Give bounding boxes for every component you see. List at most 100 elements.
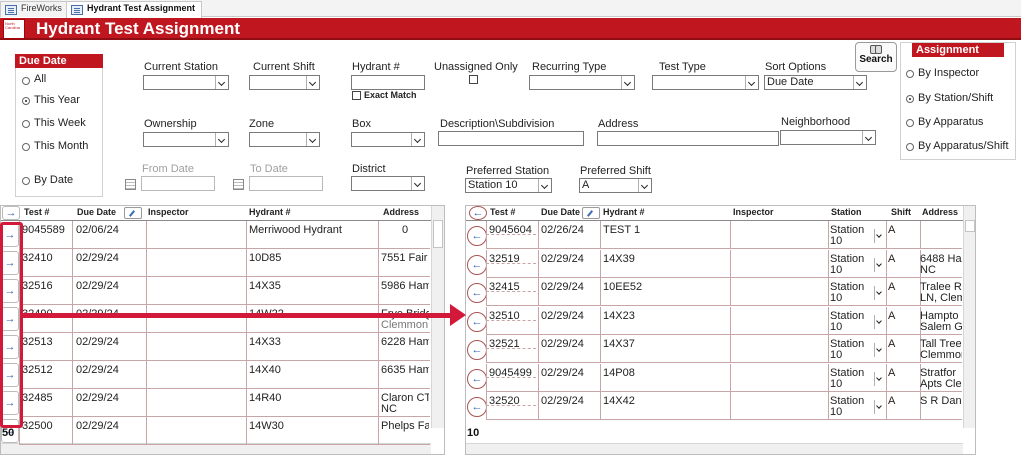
move-left-button[interactable]: ← bbox=[467, 283, 487, 303]
current-shift-combo[interactable] bbox=[249, 75, 320, 90]
hydrant-number-cell[interactable]: 14P08 bbox=[603, 367, 728, 379]
radio-by-date[interactable] bbox=[22, 177, 30, 185]
due-date-cell[interactable]: 02/29/24 bbox=[541, 253, 599, 265]
table-row[interactable]: ← 9045499 02/29/24 14P08 Station A Stratfor 10 A… bbox=[466, 364, 962, 392]
due-date-cell[interactable]: 02/29/24 bbox=[76, 336, 146, 348]
hydrant-number-cell[interactable]: 14X23 bbox=[603, 310, 728, 322]
hydrant-number-cell[interactable]: 14X40 bbox=[249, 364, 377, 376]
dropdown-arrow-icon[interactable] bbox=[411, 133, 424, 146]
table-row[interactable]: → 32485 02/29/24 14R40 Claron CT NC bbox=[0, 389, 430, 417]
address-cell[interactable]: 6635 Ham bbox=[381, 364, 429, 376]
address-cell[interactable]: 5986 Ham bbox=[381, 280, 429, 292]
dropdown-arrow-icon[interactable] bbox=[862, 131, 875, 144]
district-combo[interactable] bbox=[351, 176, 425, 191]
exact-match-checkbox[interactable] bbox=[352, 91, 361, 100]
dropdown-arrow-icon[interactable] bbox=[853, 76, 866, 89]
due-date-cell[interactable]: 02/29/24 bbox=[76, 280, 146, 292]
shift-cell[interactable]: A bbox=[888, 367, 918, 379]
table-row[interactable]: ← 32510 02/29/24 14X23 Station A Hampto 10 Salem… bbox=[466, 307, 962, 335]
table-row[interactable]: → 32513 02/29/24 14X33 6228 Ham bbox=[0, 333, 430, 361]
due-date-cell[interactable]: 02/29/24 bbox=[541, 281, 599, 293]
shift-cell[interactable]: A bbox=[888, 281, 918, 293]
calendar-icon[interactable] bbox=[125, 179, 136, 190]
station-dropdown-icon[interactable] bbox=[874, 372, 884, 386]
dropdown-arrow-icon[interactable] bbox=[745, 76, 758, 89]
move-left-button[interactable]: ← bbox=[467, 369, 487, 389]
station-dropdown-icon[interactable] bbox=[874, 400, 884, 414]
dropdown-arrow-icon[interactable] bbox=[638, 179, 651, 192]
hydrant-number-cell[interactable]: Merriwood Hydrant bbox=[249, 224, 377, 236]
vertical-scrollbar[interactable] bbox=[963, 206, 975, 428]
sort-options-combo[interactable]: Due Date bbox=[764, 75, 867, 90]
due-date-cell[interactable]: 02/29/24 bbox=[76, 420, 146, 432]
dropdown-arrow-icon[interactable] bbox=[215, 76, 228, 89]
recurring-type-combo[interactable] bbox=[529, 75, 635, 90]
radio-by-apparatus-shift[interactable] bbox=[906, 143, 914, 151]
calendar-icon[interactable] bbox=[233, 179, 244, 190]
tab-fireworks[interactable]: FireWorks bbox=[0, 1, 69, 17]
move-left-button[interactable]: ← bbox=[467, 312, 487, 332]
due-date-cell[interactable]: 02/29/24 bbox=[76, 392, 146, 404]
table-row[interactable]: → 9045589 02/06/24 Merriwood Hydrant 0 bbox=[0, 221, 430, 249]
due-date-cell[interactable]: 02/29/24 bbox=[541, 395, 599, 407]
preferred-station-combo[interactable]: Station 10 bbox=[465, 178, 552, 193]
shift-cell[interactable]: A bbox=[888, 310, 918, 322]
shift-cell[interactable]: A bbox=[888, 253, 918, 265]
due-date-cell[interactable]: 02/29/24 bbox=[76, 252, 146, 264]
dropdown-arrow-icon[interactable] bbox=[621, 76, 634, 89]
zone-combo[interactable] bbox=[249, 132, 320, 147]
due-date-cell[interactable]: 02/26/24 bbox=[541, 224, 599, 236]
address-cell[interactable]: S R Dani bbox=[920, 395, 962, 407]
radio-by-inspector[interactable] bbox=[906, 70, 914, 78]
address-cell[interactable]: Phelps Fa bbox=[381, 420, 429, 432]
hydrant-number-input[interactable] bbox=[351, 75, 425, 90]
to-date-input[interactable] bbox=[249, 176, 323, 191]
pencil-icon[interactable] bbox=[582, 207, 600, 219]
box-combo[interactable] bbox=[351, 132, 425, 147]
preferred-shift-combo[interactable]: A bbox=[579, 178, 652, 193]
hydrant-number-cell[interactable]: 14X35 bbox=[249, 280, 377, 292]
table-row[interactable]: →3249002/29/2414W22Frye BridgClemmon bbox=[0, 305, 430, 333]
station-dropdown-icon[interactable] bbox=[874, 286, 884, 300]
search-button[interactable]: Search bbox=[855, 42, 897, 72]
test-type-combo[interactable] bbox=[652, 75, 759, 90]
due-date-cell[interactable]: 02/29/24 bbox=[541, 367, 599, 379]
address-cell[interactable]: 7551 Fair bbox=[381, 252, 429, 264]
hydrant-number-cell[interactable]: 10D85 bbox=[249, 252, 377, 264]
radio-by-apparatus[interactable] bbox=[906, 119, 914, 127]
ownership-combo[interactable] bbox=[143, 132, 229, 147]
due-date-cell[interactable]: 02/29/24 bbox=[541, 310, 599, 322]
from-date-input[interactable] bbox=[141, 176, 215, 191]
neighborhood-combo[interactable] bbox=[780, 130, 876, 145]
unassigned-only-checkbox[interactable] bbox=[469, 75, 478, 84]
shift-cell[interactable]: A bbox=[888, 338, 918, 350]
tab-hydrant-test-assignment[interactable]: Hydrant Test Assignment bbox=[66, 1, 203, 18]
dropdown-arrow-icon[interactable] bbox=[538, 179, 551, 192]
hydrant-number-cell[interactable]: 14X39 bbox=[603, 253, 728, 265]
table-row[interactable]: → 32500 02/29/24 14W30 Phelps Fa bbox=[0, 417, 430, 445]
radio-this-month[interactable] bbox=[22, 143, 30, 151]
shift-cell[interactable]: A bbox=[888, 395, 918, 407]
hydrant-number-cell[interactable]: 14X33 bbox=[249, 336, 377, 348]
station-dropdown-icon[interactable] bbox=[874, 343, 884, 357]
hydrant-number-cell[interactable]: TEST 1 bbox=[603, 224, 728, 236]
station-dropdown-icon[interactable] bbox=[874, 258, 884, 272]
station-dropdown-icon[interactable] bbox=[874, 229, 884, 243]
radio-by-station-shift[interactable] bbox=[906, 95, 914, 103]
station-dropdown-icon[interactable] bbox=[874, 315, 884, 329]
due-date-cell[interactable]: 02/06/24 bbox=[76, 224, 146, 236]
hydrant-number-cell[interactable]: 14X37 bbox=[603, 338, 728, 350]
due-date-cell[interactable]: 02/29/24 bbox=[76, 364, 146, 376]
radio-all[interactable] bbox=[22, 77, 30, 85]
dropdown-arrow-icon[interactable] bbox=[306, 76, 319, 89]
move-left-button[interactable]: ← bbox=[467, 340, 487, 360]
table-row[interactable]: ← 32521 02/29/24 14X37 Station A Tall Tree 10 Cl… bbox=[466, 335, 962, 363]
dropdown-arrow-icon[interactable] bbox=[306, 133, 319, 146]
address-input[interactable] bbox=[597, 131, 779, 146]
description-subdivision-input[interactable] bbox=[438, 131, 584, 146]
move-left-button[interactable]: ← bbox=[467, 255, 487, 275]
dropdown-arrow-icon[interactable] bbox=[215, 133, 228, 146]
hydrant-number-cell[interactable]: 14W30 bbox=[249, 420, 377, 432]
hydrant-number-cell[interactable]: 14R40 bbox=[249, 392, 377, 404]
scrollbar-thumb[interactable] bbox=[965, 220, 975, 232]
